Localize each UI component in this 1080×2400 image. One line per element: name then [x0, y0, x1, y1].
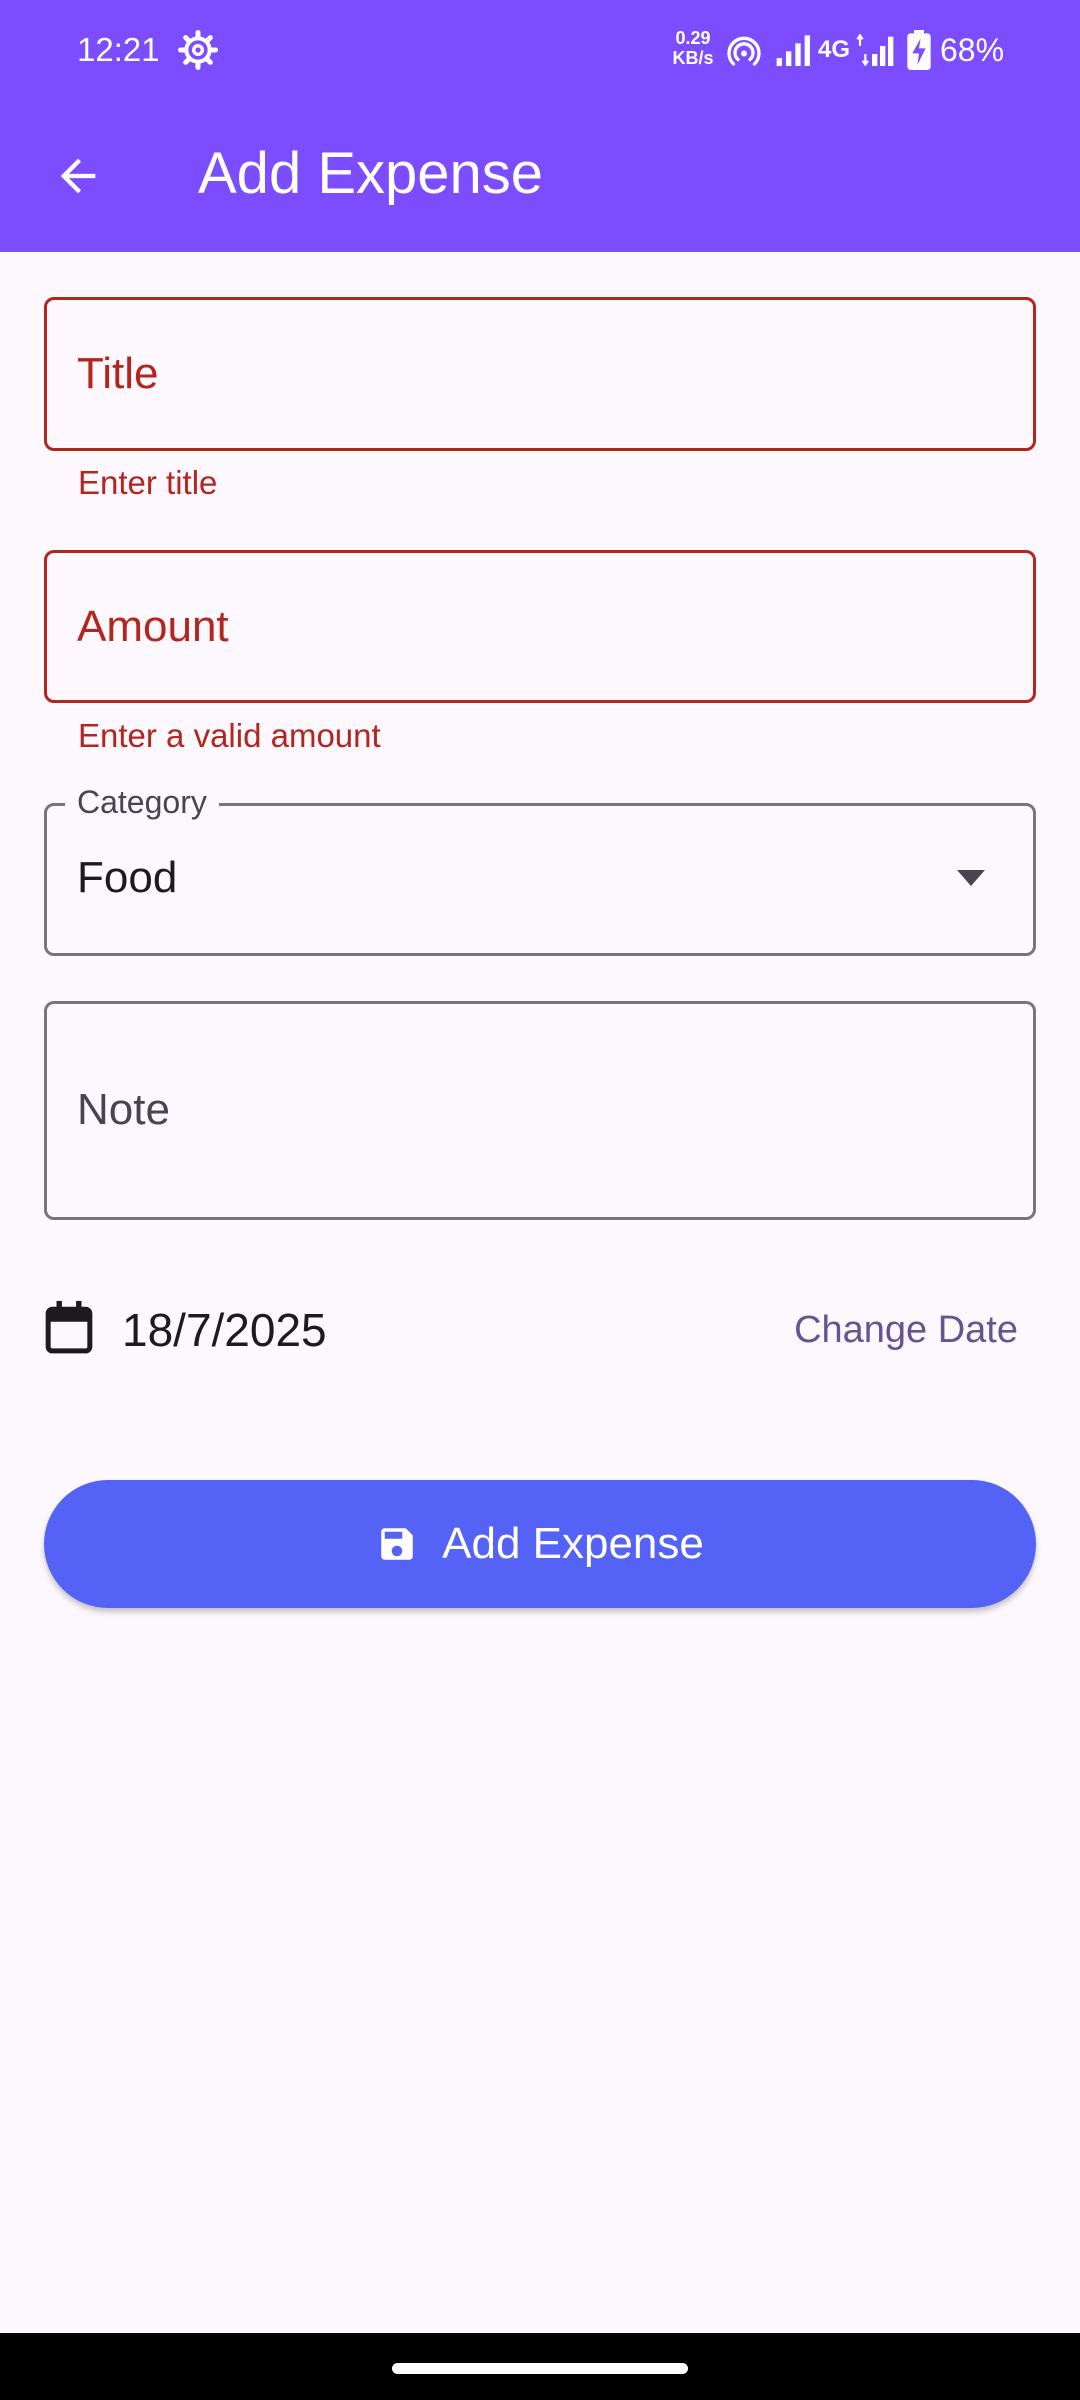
network-speed-unit: KB/s [672, 48, 714, 68]
note-field[interactable]: Note [44, 1001, 1036, 1220]
page-title: Add Expense [198, 141, 544, 206]
title-field[interactable]: Title [44, 297, 1036, 451]
signal-strength-icon [776, 35, 810, 66]
settings-gear-icon [178, 30, 218, 70]
network-type: 4G [818, 36, 851, 63]
category-dropdown[interactable]: Category Food [44, 780, 1036, 956]
amount-field-label: Amount [77, 602, 229, 651]
system-navigation-bar [0, 2333, 1080, 2400]
arrow-back-icon [60, 158, 96, 194]
status-bar: 12:21 0.29 KB/s 4G 68% [0, 0, 1080, 100]
app-bar: Add Expense [0, 100, 1080, 252]
network-speed-value: 0.29 [675, 28, 711, 48]
back-button[interactable] [36, 134, 120, 218]
amount-error-text: Enter a valid amount [78, 717, 381, 754]
date-row: 18/7/2025 Change Date [44, 1290, 1036, 1370]
category-label: Category [65, 780, 219, 824]
status-time: 12:21 [77, 31, 160, 68]
signal-strength-data-icon [856, 34, 894, 66]
title-field-label: Title [77, 349, 159, 398]
change-date-button[interactable]: Change Date [794, 1300, 1018, 1360]
add-expense-button[interactable]: Add Expense [44, 1480, 1036, 1608]
amount-field[interactable]: Amount [44, 550, 1036, 703]
note-field-label: Note [77, 1085, 170, 1134]
dropdown-arrow-icon [957, 870, 985, 886]
hotspot-icon [727, 36, 761, 66]
calendar-icon [45, 1300, 93, 1354]
home-indicator[interactable] [392, 2363, 688, 2374]
category-selected-value: Food [77, 853, 178, 902]
save-icon [381, 1528, 413, 1560]
add-expense-button-label: Add Expense [442, 1519, 704, 1568]
battery-charging-icon [907, 30, 931, 70]
network-speed: 0.29 KB/s [668, 28, 718, 68]
selected-date: 18/7/2025 [122, 1304, 327, 1356]
battery-percentage: 68% [940, 32, 1005, 68]
title-error-text: Enter title [78, 464, 218, 501]
